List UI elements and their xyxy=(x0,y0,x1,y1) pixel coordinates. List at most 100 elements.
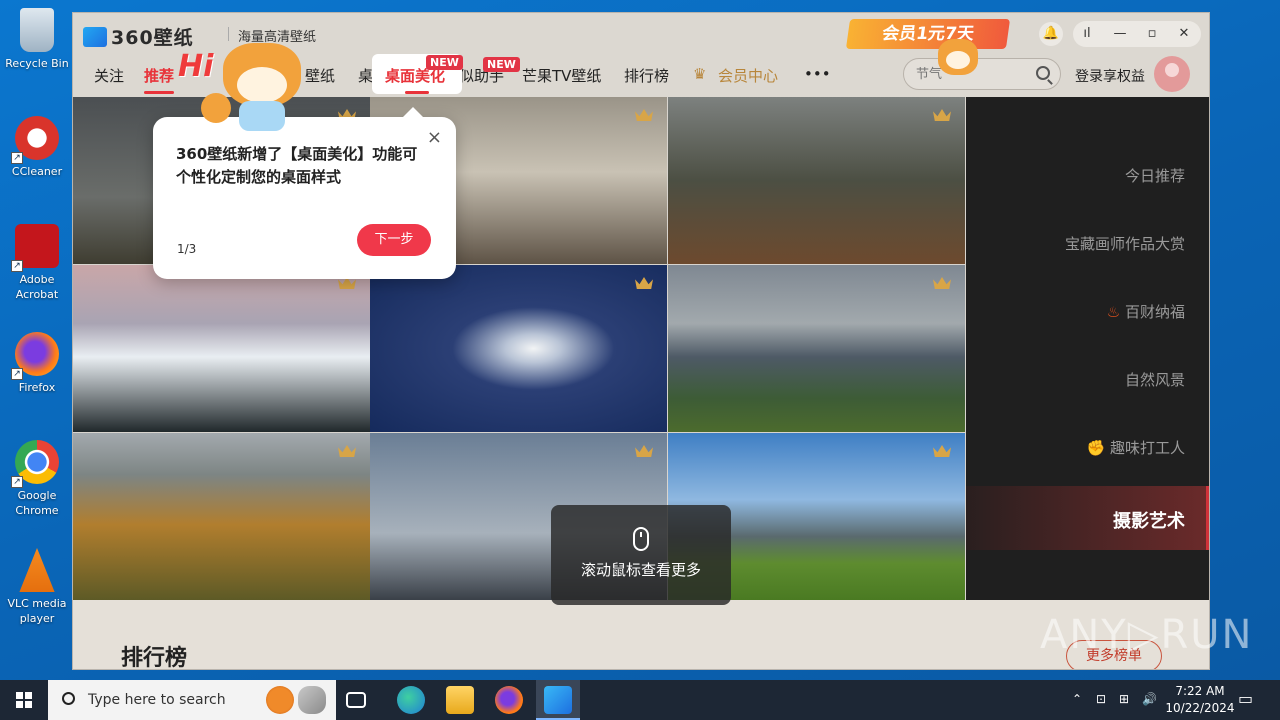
more-menu-icon[interactable]: ••• xyxy=(804,65,831,83)
popup-step-counter: 1/3 xyxy=(177,242,197,256)
mascot-body xyxy=(239,101,285,131)
chevron-up-icon[interactable]: ⌃ xyxy=(1072,692,1082,706)
wallpaper-tile[interactable] xyxy=(668,265,965,432)
notification-center-icon[interactable]: ▭ xyxy=(1238,689,1253,708)
ccleaner-icon: ↗ xyxy=(11,116,59,164)
start-button[interactable] xyxy=(0,680,48,720)
file-explorer-icon[interactable] xyxy=(446,686,474,714)
ranking-section: 排行榜 更多榜单 xyxy=(73,600,1209,670)
vip-crown-icon xyxy=(635,445,653,457)
desktop-icon-label: Firefox xyxy=(18,381,56,394)
tab-follow[interactable]: 关注 xyxy=(94,65,124,86)
desktop-icon-label: Google Chrome xyxy=(15,489,59,517)
category-artist-works[interactable]: 宝藏画师作品大赏 xyxy=(1065,233,1185,254)
desktop-icon-recycle-bin[interactable]: Recycle Bin xyxy=(4,8,70,71)
chrome-icon: ↗ xyxy=(11,440,59,488)
desktop-icon-vlc[interactable]: VLC media player xyxy=(4,548,70,626)
network-icon[interactable]: ⊞ xyxy=(1119,692,1129,706)
volume-icon[interactable]: 🔊 xyxy=(1142,692,1157,706)
desktop-icon-adobe-acrobat[interactable]: ↗ Adobe Acrobat xyxy=(4,224,70,302)
taskbar-search-placeholder: Type here to search xyxy=(88,692,226,708)
tab-desktop-partial[interactable]: 桌 xyxy=(358,65,373,86)
task-view-icon[interactable] xyxy=(346,692,366,708)
scroll-hint-overlay: 滚动鼠标查看更多 xyxy=(551,505,731,605)
vlc-cone-icon xyxy=(19,548,55,592)
desktop-icon-label: Adobe Acrobat xyxy=(15,273,59,301)
app-window-360-wallpaper: 360壁纸 海量高清壁纸 会员1元7天 🔔 ıl — ▫ ✕ 关注 推荐 壁纸 … xyxy=(72,12,1210,670)
category-fortune[interactable]: ♨ 百财纳福 xyxy=(1107,301,1185,322)
wallpaper-tile[interactable] xyxy=(668,97,965,264)
edge-icon[interactable] xyxy=(397,686,425,714)
watermark: ANY▷RUN xyxy=(1040,612,1254,658)
mascot-dog-icon xyxy=(223,43,301,107)
tab-mango-tv[interactable]: 芒果TV壁纸 xyxy=(522,65,601,86)
mascot-greeting: Hi xyxy=(178,49,214,84)
tab-recommend[interactable]: 推荐 xyxy=(144,65,175,94)
ranking-title: 排行榜 xyxy=(121,646,188,670)
login-link[interactable]: 登录享权益 xyxy=(1075,66,1145,86)
vip-crown-icon xyxy=(933,109,951,121)
shortcut-arrow-icon: ↗ xyxy=(11,260,23,272)
taskbar-search[interactable]: Type here to search xyxy=(48,680,336,720)
desktop-icon-label: VLC media player xyxy=(7,597,67,625)
recycle-bin-icon xyxy=(20,8,54,52)
wallpaper-tile[interactable] xyxy=(370,265,667,432)
category-photography[interactable]: 摄影艺术 xyxy=(1113,507,1185,533)
adobe-acrobat-icon: ↗ xyxy=(11,224,59,272)
shortcut-arrow-icon: ↗ xyxy=(11,476,23,488)
close-button[interactable]: ✕ xyxy=(1172,22,1196,46)
category-today[interactable]: 今日推荐 xyxy=(1125,165,1185,186)
tab-vip-center[interactable]: 会员中心 xyxy=(718,65,778,86)
next-step-button[interactable]: 下一步 xyxy=(357,224,431,256)
desktop-icon-google-chrome[interactable]: ↗ Google Chrome xyxy=(4,440,70,518)
search-box xyxy=(903,58,1061,90)
clock[interactable]: 7:22 AM 10/22/2024 xyxy=(1160,683,1240,717)
search-icon xyxy=(62,692,75,705)
windows-logo-icon xyxy=(16,692,32,708)
logo-text: 360壁纸 xyxy=(111,27,194,49)
app-subtitle: 海量高清壁纸 xyxy=(227,26,316,45)
skin-toggle-icon[interactable]: ıl xyxy=(1075,22,1099,46)
shortcut-arrow-icon: ↗ xyxy=(11,152,23,164)
tab-ranking[interactable]: 排行榜 xyxy=(624,65,669,86)
360-wallpaper-icon xyxy=(544,686,572,714)
wallpaper-tile[interactable] xyxy=(73,265,370,432)
category-fortune-label: 百财纳福 xyxy=(1124,303,1185,321)
desktop-icon-ccleaner[interactable]: ↗ CCleaner xyxy=(4,116,70,179)
vip-crown-icon xyxy=(635,277,653,289)
window-controls: ıl — ▫ ✕ xyxy=(1073,21,1201,47)
popup-message: 360壁纸新增了【桌面美化】功能可个性化定制您的桌面样式 xyxy=(176,145,418,186)
basketball-icon xyxy=(266,686,294,714)
firefox-icon: ↗ xyxy=(11,332,59,380)
promo-dog-icon xyxy=(938,39,978,75)
notification-bell-icon[interactable]: 🔔 xyxy=(1039,22,1063,46)
app-logo[interactable]: 360壁纸 xyxy=(83,23,194,50)
close-icon[interactable]: × xyxy=(427,127,442,148)
clock-date: 10/22/2024 xyxy=(1165,701,1235,715)
network-device-icon[interactable]: ⊡ xyxy=(1096,692,1106,706)
vip-promo-banner[interactable]: 会员1元7天 xyxy=(845,19,1011,49)
clock-time: 7:22 AM xyxy=(1175,684,1225,698)
search-icon[interactable] xyxy=(1036,66,1050,80)
avatar[interactable] xyxy=(1154,56,1190,92)
maximize-button[interactable]: ▫ xyxy=(1140,22,1164,46)
flexed-arm-icon: ✊ xyxy=(1086,439,1106,457)
minimize-button[interactable]: — xyxy=(1108,22,1132,46)
category-worker[interactable]: ✊ 趣味打工人 xyxy=(1087,437,1185,458)
category-nature[interactable]: 自然风景 xyxy=(1125,369,1185,390)
shortcut-arrow-icon: ↗ xyxy=(11,368,23,380)
whistle-icon xyxy=(298,686,326,714)
vip-crown-icon xyxy=(635,109,653,121)
crown-icon: ♛ xyxy=(693,65,707,83)
firefox-icon[interactable] xyxy=(495,686,523,714)
taskbar-app-360-wallpaper[interactable] xyxy=(536,680,580,720)
new-badge: NEW xyxy=(483,57,520,72)
taskbar: Type here to search ⌃ ⊡ ⊞ 🔊 7:22 AM 10/2… xyxy=(0,680,1280,720)
tab-wallpaper[interactable]: 壁纸 xyxy=(305,65,335,86)
wallpaper-tile[interactable] xyxy=(73,433,370,600)
vip-crown-icon xyxy=(933,277,951,289)
mascot-face xyxy=(237,67,287,103)
desktop-icon-label: CCleaner xyxy=(11,165,63,178)
desktop-icon-firefox[interactable]: ↗ Firefox xyxy=(4,332,70,395)
fire-icon: ♨ xyxy=(1106,303,1121,321)
